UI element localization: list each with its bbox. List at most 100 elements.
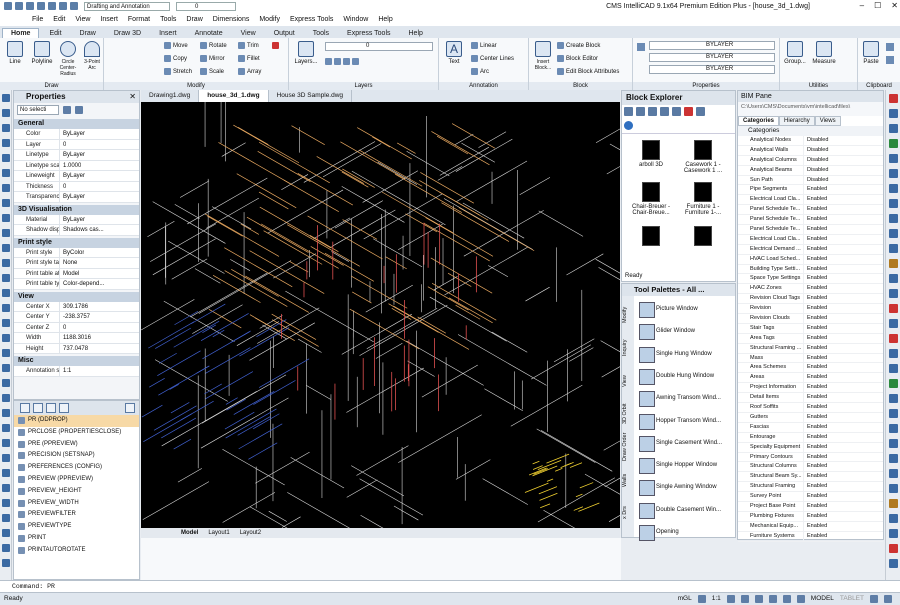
tool-palette-side-tab[interactable]: Walls (622, 465, 634, 495)
bim-category-status[interactable]: Enabled (804, 324, 827, 333)
bim-category-row[interactable]: Analytical Walls Disabled (738, 145, 883, 156)
redraw-tool-icon[interactable] (2, 514, 10, 522)
property-value[interactable]: 1:1 (60, 366, 71, 376)
close-panel-icon[interactable]: ✕ (129, 91, 136, 103)
hatch-tool-icon[interactable] (2, 289, 10, 297)
measure-right-icon[interactable] (889, 499, 898, 508)
tool-palette-item[interactable]: Single Hopper Window (636, 455, 734, 475)
property-value[interactable]: None (60, 258, 77, 268)
tool-palette-item[interactable]: Single Awning Window (636, 477, 734, 497)
property-row[interactable]: Print style ByColor (14, 247, 139, 258)
circle-button[interactable]: Circle Center-Radius (56, 41, 80, 77)
tool-palette-side-tab[interactable]: Draw Order (622, 432, 634, 462)
stretch-right-icon[interactable] (889, 214, 898, 223)
dim-right-icon[interactable] (889, 409, 898, 418)
tool-palette-item[interactable]: Hopper Transom Wind... (636, 411, 734, 431)
line-tool-icon[interactable] (2, 94, 10, 102)
block-thumbnail[interactable]: arboll 3D (626, 140, 676, 168)
insert-block-button[interactable]: Insert Block... (531, 41, 555, 71)
property-value[interactable]: ByLayer (60, 171, 85, 181)
rotate-tool-icon[interactable] (2, 424, 10, 432)
bim-category-row[interactable]: Entourage Enabled (738, 432, 883, 443)
tool-palette-item[interactable]: Picture Window (636, 299, 734, 319)
command-list-item[interactable]: PRE (PPREVIEW) (14, 439, 139, 451)
annotation-scale[interactable]: 1:1 (712, 593, 721, 605)
copy-clip-icon[interactable] (886, 56, 894, 64)
bim-category-status[interactable]: Disabled (804, 156, 828, 165)
annotation-scale-icon[interactable] (697, 595, 706, 603)
snap-icon[interactable] (726, 595, 735, 603)
bim-category-row[interactable]: Area Tags Enabled (738, 333, 883, 344)
menu-file[interactable]: File (32, 16, 43, 23)
property-value[interactable]: Model (60, 269, 79, 279)
ortho-icon[interactable] (754, 595, 763, 603)
property-value[interactable]: 737.0478 (60, 344, 88, 354)
rectangle-tool-icon[interactable] (2, 139, 10, 147)
mirror-button[interactable]: Mirror (200, 55, 225, 62)
command-list-item[interactable]: PREVIEW_HEIGHT (14, 486, 139, 498)
bim-category-row[interactable]: Pipe Segments Enabled (738, 185, 883, 196)
bim-category-status[interactable]: Enabled (804, 334, 827, 343)
bim-category-status[interactable]: Enabled (804, 185, 827, 194)
bim-category-status[interactable]: Enabled (804, 225, 827, 234)
command-list-item[interactable]: PREVIEW (PPREVIEW) (14, 474, 139, 486)
text-button[interactable]: A Text (443, 41, 465, 65)
property-row[interactable]: Center Y -238.3757 (14, 312, 139, 323)
bim-category-status[interactable]: Enabled (804, 294, 827, 303)
bim-category-status[interactable]: Enabled (804, 245, 827, 254)
bim-category-row[interactable]: Sun Path Disabled (738, 175, 883, 186)
general-section[interactable]: General (14, 119, 139, 129)
ribbon-tab-home[interactable]: Home (2, 28, 40, 38)
regen-tool-icon[interactable] (2, 499, 10, 507)
property-row[interactable]: Center X 309.1786 (14, 301, 139, 312)
tool-palette-side-tab[interactable]: x Drs (622, 498, 634, 528)
zoom-tool-icon[interactable] (2, 454, 10, 462)
redo-icon[interactable] (70, 2, 78, 10)
cmd-tool1-icon[interactable] (20, 403, 30, 413)
block-cut-icon[interactable] (648, 107, 657, 116)
lock-ui-icon[interactable] (870, 595, 878, 603)
model-toggle[interactable]: MODEL (811, 593, 834, 605)
bim-category-row[interactable]: Furniture Systems Enabled (738, 531, 883, 542)
app-logo-icon[interactable] (4, 2, 12, 10)
command-list-item[interactable]: PRCLOSE (PROPERTIESCLOSE) (14, 427, 139, 439)
tool-palette-item[interactable]: Double Casement Win... (636, 500, 734, 520)
measure-button[interactable]: Measure (810, 41, 838, 65)
command-list-item[interactable]: PR (DDPROP) (14, 415, 139, 427)
bim-category-row[interactable]: Analytical Beams Disabled (738, 165, 883, 176)
bim-category-status[interactable]: Disabled (804, 166, 828, 175)
customize-status-icon[interactable] (884, 595, 892, 603)
new-file-icon[interactable] (15, 2, 23, 10)
polar-icon[interactable] (768, 595, 777, 603)
bim-category-row[interactable]: Space Type Settings Enabled (738, 274, 883, 285)
pedit-right-icon[interactable] (889, 469, 898, 478)
command-list-item[interactable]: PREVIEWFILTER (14, 509, 139, 521)
doc-tab[interactable]: house_3d_1.dwg (199, 90, 269, 102)
bim-category-row[interactable]: Stair Tags Enabled (738, 323, 883, 334)
bim-category-status[interactable]: Enabled (804, 472, 827, 481)
property-row[interactable]: Height 737.0478 (14, 343, 139, 354)
bim-category-status[interactable]: Enabled (804, 462, 827, 471)
bim-category-status[interactable]: Enabled (804, 373, 827, 382)
command-list-item[interactable]: PRINTAUTOROTATE (14, 545, 139, 557)
tool-palette-item[interactable]: Single Hung Window (636, 344, 734, 364)
text-tool-icon[interactable] (2, 334, 10, 342)
match-right-icon[interactable] (889, 379, 898, 388)
arc-button[interactable]: 3-Point Arc (82, 41, 102, 71)
bim-category-row[interactable]: Structural Columns Enabled (738, 462, 883, 473)
selection-dropdown[interactable]: No selecti (17, 105, 59, 115)
polygon-tool-icon[interactable] (2, 154, 10, 162)
arc-dim-button[interactable]: Arc (471, 68, 489, 75)
hatch-right-icon[interactable] (889, 424, 898, 433)
trim-right-icon[interactable] (889, 229, 898, 238)
tool-palette-item[interactable]: Opening (636, 522, 734, 542)
bim-category-status[interactable]: Enabled (804, 413, 827, 422)
ribbon-tab-output[interactable]: Output (266, 29, 303, 38)
bim-categories-header[interactable]: Categories (738, 126, 883, 136)
table-tool-icon[interactable] (2, 319, 10, 327)
bim-category-row[interactable]: Mechanical Equip... Enabled (738, 521, 883, 532)
bim-category-row[interactable]: Survey Point Enabled (738, 492, 883, 502)
property-value[interactable]: ByLayer (60, 192, 85, 202)
properties-right-icon[interactable] (889, 364, 898, 373)
bim-category-row[interactable]: Revision Clouds Enabled (738, 314, 883, 324)
